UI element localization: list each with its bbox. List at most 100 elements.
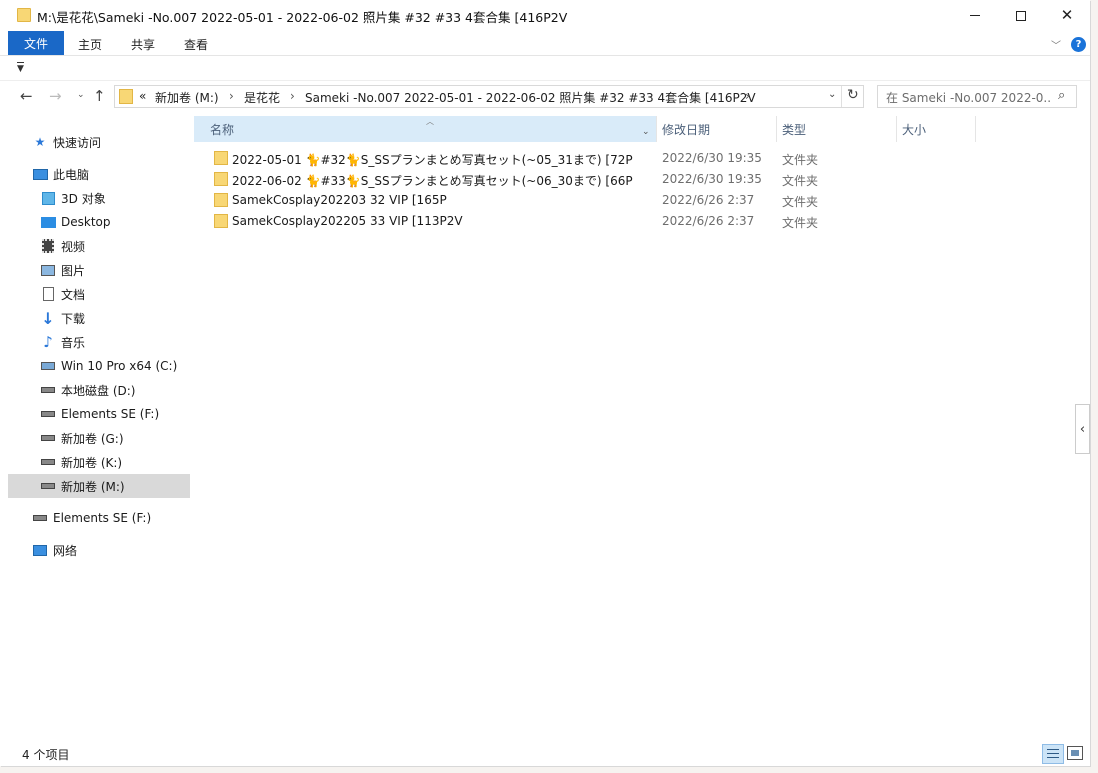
nav-item-label: Desktop	[61, 215, 111, 229]
file-row[interactable]: SamekCosplay202205 33 VIP [113P2V 2022/6…	[211, 211, 1091, 232]
minimize-button[interactable]	[952, 0, 998, 31]
document-icon	[40, 286, 56, 302]
up-arrow-icon[interactable]: ↑	[93, 87, 106, 105]
file-name: 2022-06-02 🐈#33🐈S_SSプランまとめ写真セット(~06_30まで…	[232, 174, 633, 188]
cube-icon	[40, 190, 56, 206]
explorer-window: M:\是花花\Sameki -No.007 2022-05-01 - 2022-…	[0, 0, 1090, 766]
column-divider[interactable]	[975, 116, 976, 142]
refresh-icon[interactable]: ↻	[847, 87, 859, 103]
nav-item-drive-d[interactable]: 本地磁盘 (D:)	[8, 378, 190, 402]
file-name: SamekCosplay202205 33 VIP [113P2V	[232, 214, 463, 228]
nav-item-desktop[interactable]: Desktop	[8, 210, 190, 234]
close-button[interactable]: ✕	[1044, 0, 1090, 31]
file-row[interactable]: SamekCosplay202203 32 VIP [165P 2022/6/2…	[211, 190, 1091, 211]
file-date: 2022/6/30 19:35	[662, 151, 762, 165]
file-name: SamekCosplay202203 32 VIP [165P	[232, 193, 447, 207]
preview-pane-toggle-chevron-icon[interactable]: ‹	[1075, 404, 1090, 454]
large-icons-view-icon[interactable]	[1067, 746, 1083, 760]
nav-item-label: 此电脑	[53, 167, 90, 182]
column-filter-chevron-icon[interactable]: ⌄	[642, 127, 650, 137]
drive-icon	[40, 430, 56, 446]
nav-item-label: 网络	[53, 543, 78, 558]
forward-arrow-icon[interactable]: →	[49, 87, 62, 105]
nav-item-drive-f[interactable]: Elements SE (F:)	[8, 402, 190, 426]
desktop-icon	[40, 214, 56, 230]
nav-item-quick-access[interactable]: ★ 快速访问	[8, 130, 190, 154]
network-icon	[32, 542, 48, 558]
column-header-name[interactable]: 名称 ︿ ⌄	[194, 116, 656, 142]
tab-view[interactable]: 查看	[184, 36, 208, 53]
nav-item-network[interactable]: 网络	[8, 538, 190, 562]
nav-item-label: Elements SE (F:)	[53, 511, 152, 525]
breadcrumb-folder-parent[interactable]: 是花花	[244, 89, 280, 106]
search-box[interactable]: 在 Sameki -No.007 2022-0... ⌕	[877, 85, 1077, 108]
address-overflow[interactable]: «	[139, 89, 146, 103]
nav-item-drive-g[interactable]: 新加卷 (G:)	[8, 426, 190, 450]
nav-item-label: 本地磁盘 (D:)	[61, 383, 136, 398]
file-name: 2022-05-01 🐈#32🐈S_SSプランまとめ写真セット(~05_31まで…	[232, 153, 633, 167]
file-row[interactable]: 2022-06-02 🐈#33🐈S_SSプランまとめ写真セット(~06_30まで…	[211, 169, 1091, 190]
folder-icon	[214, 193, 228, 207]
column-header-name-label: 名称	[210, 122, 235, 137]
sort-ascending-icon: ︿	[426, 117, 434, 126]
file-date: 2022/6/30 19:35	[662, 172, 762, 186]
nav-item-documents[interactable]: 文档	[8, 282, 190, 306]
file-list: 名称 ︿ ⌄ 修改日期 类型 大小 2022-05-01 🐈#32🐈S_SSプラ…	[193, 113, 1090, 743]
breadcrumb-separator[interactable]: ›	[745, 89, 750, 103]
nav-item-music[interactable]: ♪ 音乐	[8, 330, 190, 354]
folder-icon	[17, 8, 31, 22]
nav-item-drive-c[interactable]: Win 10 Pro x64 (C:)	[8, 354, 190, 378]
help-icon[interactable]: ?	[1071, 37, 1086, 52]
nav-item-removable-f[interactable]: Elements SE (F:)	[8, 506, 190, 530]
drive-icon	[32, 510, 48, 526]
nav-item-label: 3D 对象	[61, 191, 106, 206]
file-row[interactable]: 2022-05-01 🐈#32🐈S_SSプランまとめ写真セット(~05_31まで…	[211, 148, 1091, 169]
column-header-size[interactable]: 大小	[896, 116, 976, 142]
customize-toolbar-arrow-icon[interactable]: ▼	[17, 62, 24, 74]
nav-item-drive-k[interactable]: 新加卷 (K:)	[8, 450, 190, 474]
video-icon	[40, 238, 56, 254]
breadcrumb-drive[interactable]: 新加卷 (M:)	[155, 89, 219, 106]
breadcrumb-folder-current[interactable]: Sameki -No.007 2022-05-01 - 2022-06-02 照…	[305, 89, 756, 106]
minimize-icon	[970, 15, 980, 16]
file-date: 2022/6/26 2:37	[662, 214, 755, 228]
drive-icon	[40, 406, 56, 422]
expand-ribbon-chevron-icon[interactable]: ﹀	[1051, 37, 1061, 52]
nav-item-this-pc[interactable]: 此电脑	[8, 162, 190, 186]
nav-item-label: Elements SE (F:)	[61, 407, 160, 421]
folder-icon	[119, 89, 133, 104]
nav-item-videos[interactable]: 视频	[8, 234, 190, 258]
item-count: 4 个项目	[22, 748, 70, 762]
nav-item-3d-objects[interactable]: 3D 对象	[8, 186, 190, 210]
nav-item-label: 下载	[61, 311, 86, 326]
title-bar: M:\是花花\Sameki -No.007 2022-05-01 - 2022-…	[0, 0, 1090, 31]
search-input[interactable]: 在 Sameki -No.007 2022-0...	[886, 89, 1051, 106]
column-header-type[interactable]: 类型	[776, 116, 896, 142]
status-bar: 4 个项目	[0, 743, 1090, 766]
tab-share[interactable]: 共享	[131, 36, 155, 53]
breadcrumb-separator[interactable]: ›	[229, 89, 234, 103]
nav-item-label: 图片	[61, 263, 86, 278]
nav-item-pictures[interactable]: 图片	[8, 258, 190, 282]
details-view-icon[interactable]	[1042, 744, 1064, 764]
maximize-icon	[1016, 10, 1026, 21]
folder-icon	[214, 172, 228, 186]
nav-item-drive-m[interactable]: 新加卷 (M:)	[8, 474, 190, 498]
file-type: 文件夹	[782, 153, 819, 167]
address-history-chevron-icon[interactable]: ⌄	[828, 89, 836, 100]
quick-access-toolbar: ▼	[0, 57, 1090, 81]
folder-icon	[214, 151, 228, 165]
nav-item-downloads[interactable]: ↓ 下载	[8, 306, 190, 330]
column-header-date[interactable]: 修改日期	[656, 116, 776, 142]
drive-icon	[40, 454, 56, 470]
file-type: 文件夹	[782, 195, 819, 209]
maximize-button[interactable]	[998, 0, 1044, 31]
back-arrow-icon[interactable]: ←	[20, 87, 33, 105]
address-bar[interactable]: « 新加卷 (M:) › 是花花 › Sameki -No.007 2022-0…	[114, 85, 864, 108]
tab-home[interactable]: 主页	[78, 36, 102, 53]
tab-file[interactable]: 文件	[8, 31, 64, 55]
address-divider	[841, 86, 842, 107]
nav-item-label: Win 10 Pro x64 (C:)	[61, 359, 178, 373]
recent-locations-chevron-icon[interactable]: ⌄	[77, 90, 85, 100]
breadcrumb-separator[interactable]: ›	[290, 89, 295, 103]
